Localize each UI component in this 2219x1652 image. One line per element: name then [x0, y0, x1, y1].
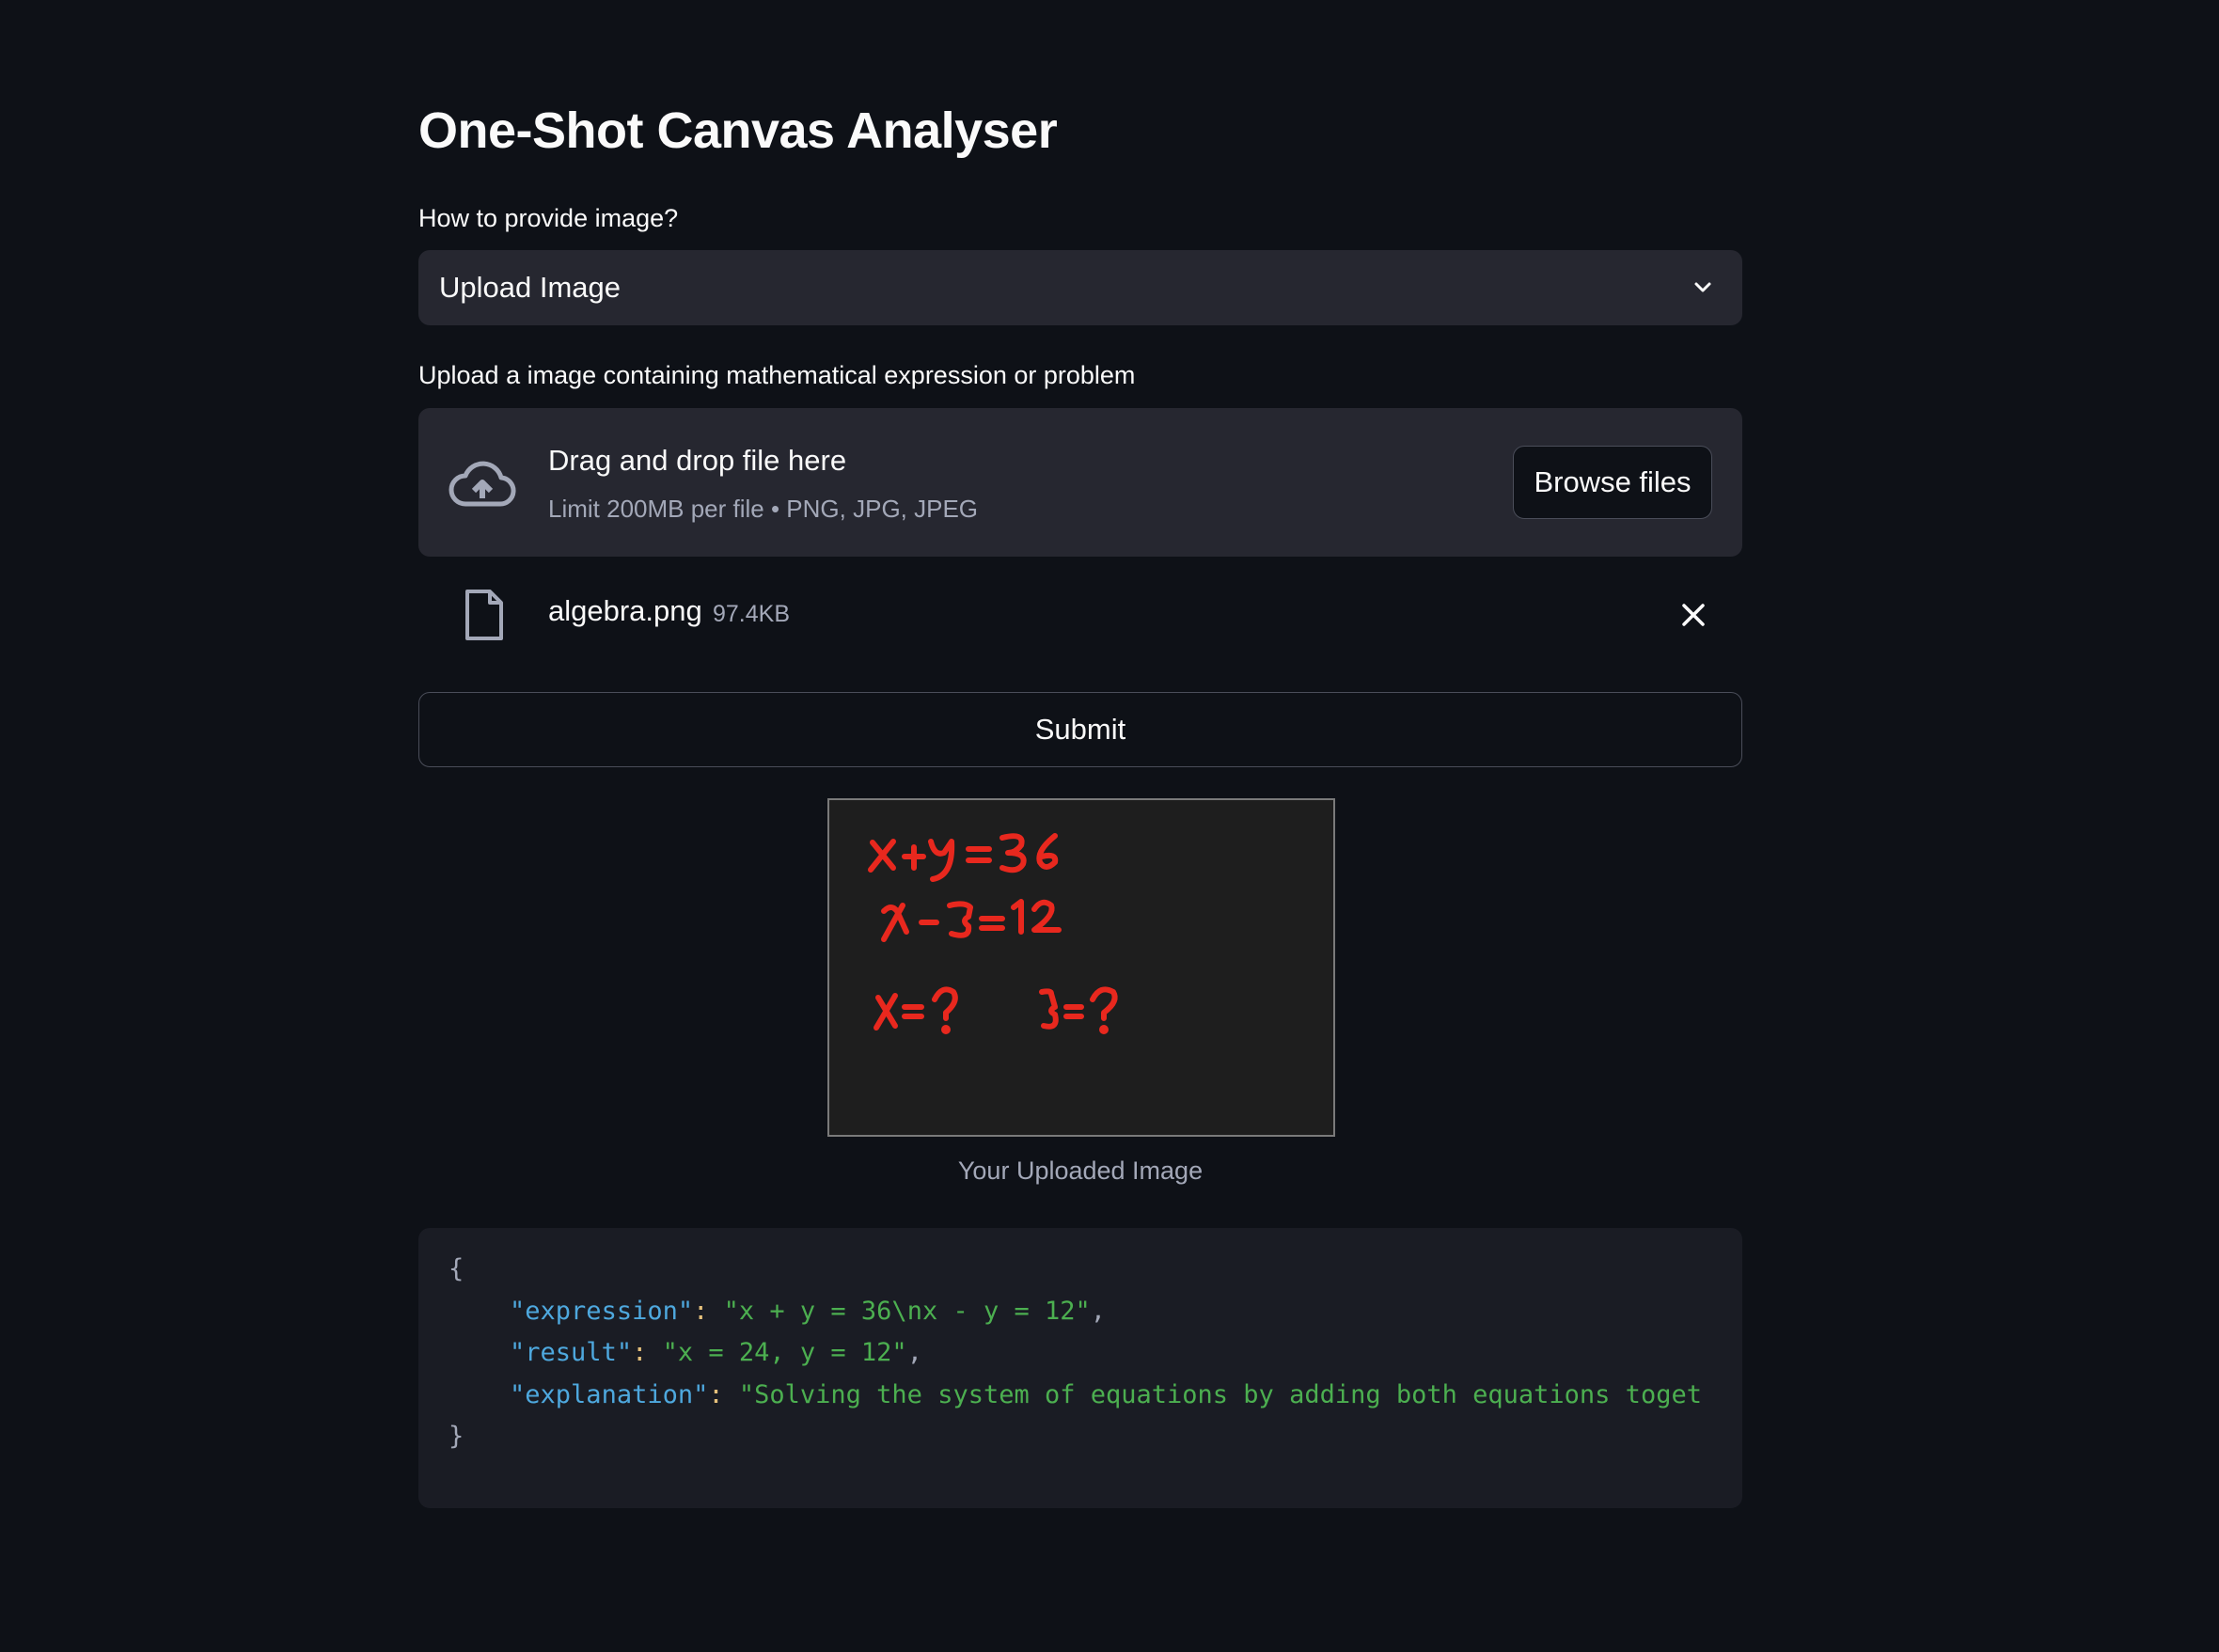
json-value-explanation: "Solving the system of equations by addi… [738, 1379, 1702, 1409]
handwritten-equations [868, 833, 1118, 1034]
image-caption: Your Uploaded Image [957, 1156, 1204, 1185]
input-mode-select[interactable]: Upload Image [418, 250, 1742, 325]
input-mode-label: How to provide image? [418, 204, 679, 232]
chevron-down-icon [1694, 282, 1711, 292]
page-title: One-Shot Canvas Analyser [418, 102, 1058, 159]
dropzone-title: Drag and drop file here [548, 444, 847, 477]
cloud-upload-icon [449, 461, 516, 507]
file-size: 97.4KB [713, 601, 791, 627]
file-icon [465, 590, 503, 640]
json-comma: , [906, 1338, 922, 1367]
submit-button[interactable]: Submit [418, 692, 1742, 767]
json-key-result: "result" [510, 1338, 633, 1367]
input-mode-selected-value: Upload Image [439, 271, 622, 304]
json-result-block: { "expression": "x + y = 36\nx - y = 12"… [418, 1228, 1742, 1508]
json-open-brace: { [449, 1254, 464, 1283]
uploaded-image [827, 798, 1335, 1137]
json-close-brace: } [449, 1422, 464, 1451]
uploaded-file-row: algebra.png 97.4KB [418, 575, 1742, 654]
browse-files-button[interactable]: Browse files [1513, 446, 1712, 519]
json-key-explanation: "explanation" [510, 1379, 709, 1409]
dropzone-hint: Limit 200MB per file • PNG, JPG, JPEG [548, 495, 979, 523]
json-key-expression: "expression" [510, 1296, 694, 1326]
json-value-result: "x = 24, y = 12" [662, 1338, 907, 1367]
close-icon[interactable] [1680, 602, 1707, 628]
file-name: algebra.png [548, 594, 702, 627]
file-dropzone[interactable]: Drag and drop file here Limit 200MB per … [418, 408, 1742, 557]
json-comma: , [1090, 1296, 1107, 1326]
uploader-label: Upload a image containing mathematical e… [418, 361, 1136, 389]
json-value-expression: "x + y = 36\nx - y = 12" [723, 1296, 1091, 1326]
